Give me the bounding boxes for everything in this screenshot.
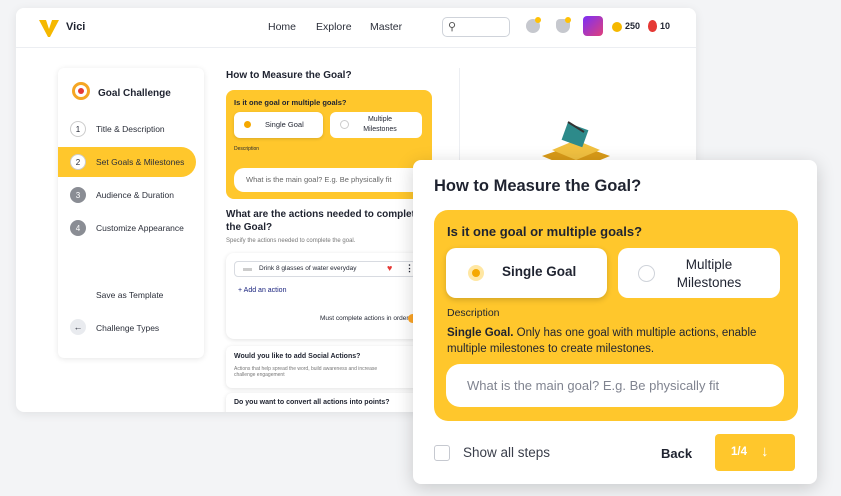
dialog-question: Is it one goal or multiple goals? (447, 224, 643, 239)
sidebar-title: Goal Challenge (98, 88, 171, 99)
radio-selected-icon (468, 265, 484, 281)
sidebar-step-1[interactable]: 1 Title & Description (58, 114, 204, 144)
goal-type-box: Is it one goal or multiple goals? Single… (226, 90, 432, 199)
step-label: Set Goals & Milestones (96, 157, 185, 167)
dialog-title: How to Measure the Goal? (434, 177, 642, 195)
dialog-goal-input[interactable]: What is the main goal? E.g. Be physicall… (446, 364, 784, 407)
step-label: Audience & Duration (96, 190, 174, 200)
sidebar-step-4[interactable]: 4 Customize Appearance (58, 213, 204, 243)
radio-unselected-icon (638, 265, 655, 282)
points-card: Do you want to convert all actions into … (226, 393, 426, 412)
section-heading: How to Measure the Goal? (226, 70, 352, 81)
step-label: Title & Description (96, 124, 165, 134)
brand-name: Vici (66, 21, 86, 33)
coin-count: 250 (625, 21, 641, 31)
sidebar: Goal Challenge 1 Title & Description 2 S… (58, 68, 204, 358)
back-button[interactable]: Back (661, 446, 692, 461)
action-item-text: Drink 8 glasses of water everyday (259, 265, 357, 272)
option-label: Single Goal (502, 264, 577, 279)
potion-icon (648, 20, 657, 32)
search-input[interactable]: ⚲ (442, 17, 510, 37)
help-bold: Single Goal. (447, 327, 514, 339)
social-actions-title: Would you like to add Social Actions? (234, 353, 361, 360)
nav-home[interactable]: Home (268, 21, 296, 33)
potion-count: 10 (660, 21, 671, 31)
goal-type-question: Is it one goal or multiple goals? (234, 98, 347, 107)
sidebar-step-3[interactable]: 3 Audience & Duration (58, 180, 204, 210)
next-step-button[interactable]: 1/4 ↓ (715, 434, 795, 471)
step-number: 2 (70, 154, 86, 170)
save-template-link[interactable]: Save as Template (96, 290, 163, 300)
nav-explore[interactable]: Explore (316, 21, 352, 33)
avatar[interactable] (583, 16, 603, 36)
coin-icon (612, 22, 622, 32)
dialog-description-label: Description (447, 307, 500, 319)
radio-unselected-icon (340, 120, 349, 129)
action-item[interactable]: Drink 8 glasses of water everyday ♥ ⋮ (234, 261, 416, 277)
sidebar-step-2[interactable]: 2 Set Goals & Milestones (58, 147, 196, 177)
top-bar: Vici Home Explore Master ⚲ 250 10 (16, 8, 696, 48)
bell-badge (565, 17, 571, 23)
dialog-goal-type-box: Is it one goal or multiple goals? Single… (434, 210, 798, 421)
step-counter: 1/4 (731, 446, 747, 458)
arrow-down-icon: ↓ (761, 443, 769, 460)
goal-input[interactable]: What is the main goal? E.g. Be physicall… (234, 168, 424, 192)
step-number: 4 (70, 220, 86, 236)
search-icon: ⚲ (448, 21, 457, 33)
challenge-types-link[interactable]: Challenge Types (96, 323, 159, 333)
step-label: Customize Appearance (96, 223, 184, 233)
multiple-milestones-option[interactable]: Multiple Milestones (330, 112, 422, 138)
step-number: 3 (70, 187, 86, 203)
add-action-button[interactable]: + Add an action (238, 287, 286, 294)
chat-badge (535, 17, 541, 23)
actions-card: Drink 8 glasses of water everyday ♥ ⋮ + … (226, 253, 426, 339)
step-number: 1 (70, 121, 86, 137)
dialog-multiple-milestones-option[interactable]: Multiple Milestones (618, 248, 780, 298)
show-all-label[interactable]: Show all steps (463, 445, 550, 460)
vici-logo-icon[interactable] (38, 17, 60, 39)
dialog-single-goal-option[interactable]: Single Goal (446, 248, 607, 298)
target-icon (72, 82, 90, 100)
drag-handle-icon[interactable] (243, 268, 252, 271)
social-actions-card: Would you like to add Social Actions? Ac… (226, 346, 426, 388)
option-label: Multiple Milestones (363, 116, 397, 133)
show-all-checkbox[interactable] (434, 445, 450, 461)
points-title: Do you want to convert all actions into … (234, 399, 390, 406)
radio-selected-icon (244, 121, 251, 128)
option-label: Multiple Milestones (676, 257, 742, 290)
add-action-label: Add an action (243, 287, 287, 294)
single-goal-option[interactable]: Single Goal (234, 112, 323, 138)
guide-dialog: How to Measure the Goal? Is it one goal … (413, 160, 817, 484)
actions-heading: What are the actions needed to complete … (226, 209, 421, 233)
heart-icon: ♥ (387, 263, 393, 273)
back-arrow-icon[interactable]: ← (70, 319, 86, 335)
nav-master[interactable]: Master (370, 21, 402, 33)
must-complete-label: Must complete actions in order (320, 315, 409, 322)
dialog-help-text: Single Goal. Only has one goal with mult… (447, 326, 787, 357)
description-label: Description (234, 146, 260, 152)
actions-subtitle: Specify the actions needed to complete t… (226, 238, 356, 244)
option-label: Single Goal (265, 120, 304, 129)
social-actions-desc: Actions that help spread the word, build… (234, 366, 378, 378)
